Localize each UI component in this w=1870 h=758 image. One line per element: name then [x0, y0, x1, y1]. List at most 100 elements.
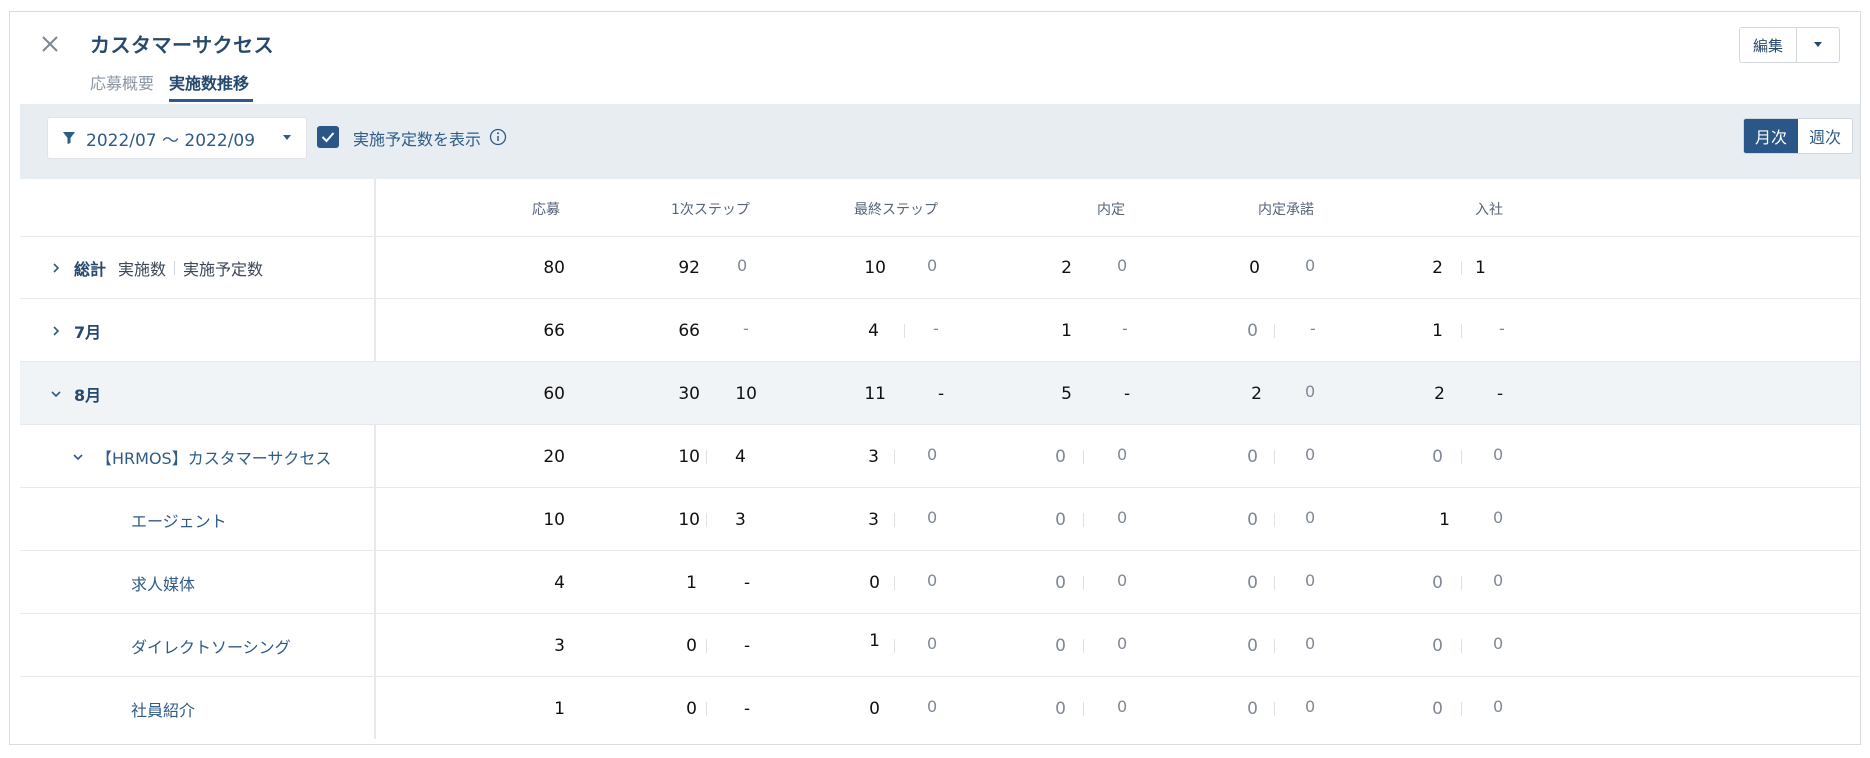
- cell-value: 0: [869, 699, 880, 719]
- cell-planned: 0: [927, 508, 938, 527]
- table-row[interactable]: 【HRMOS】カスタマーサクセス 20 10 4 3 0 0 0 0 0 0 0: [20, 425, 1860, 488]
- check-icon: [321, 132, 335, 143]
- row-label: 社員紹介: [131, 697, 195, 721]
- row-sub-label: 実施数: [118, 260, 167, 279]
- cell-value: 0: [1055, 447, 1066, 467]
- tab-trend[interactable]: 実施数推移: [169, 70, 249, 94]
- chevron-down-icon[interactable]: [72, 451, 84, 463]
- row-title: 7月: [74, 323, 102, 342]
- row-label: ダイレクトソーシング: [131, 634, 291, 658]
- cell-planned: 10: [735, 384, 757, 404]
- show-planned-label[interactable]: 実施予定数を表示: [353, 126, 481, 150]
- cell-planned: 0: [1493, 445, 1504, 464]
- separator: [1274, 513, 1275, 527]
- cell-value: 1: [1439, 510, 1450, 530]
- table-row[interactable]: 8月 60 30 10 11 - 5 - 2 0 2 -: [20, 362, 1860, 425]
- panel-header: カスタマーサクセス 応募概要 実施数推移 編集: [10, 12, 1860, 104]
- separator: [894, 450, 895, 464]
- separator: [894, 639, 895, 653]
- cell-value: 4: [868, 321, 879, 341]
- cell-value: 1: [554, 699, 565, 719]
- cell-value: 80: [543, 258, 565, 278]
- edit-dropdown-button[interactable]: [1797, 28, 1839, 62]
- cell-planned: 0: [1305, 634, 1316, 653]
- row-title: 総計: [74, 260, 107, 279]
- table-row[interactable]: エージェント 10 10 3 3 0 0 0 0 0 1 0: [20, 488, 1860, 551]
- cell-value: 0: [1247, 573, 1258, 593]
- cell-planned: 0: [1493, 697, 1504, 716]
- table-header: 応募 1次ステップ 最終ステップ 内定 内定承諾 入社: [20, 179, 1860, 237]
- panel: カスタマーサクセス 応募概要 実施数推移 編集 2022/07 〜 2022/0…: [9, 11, 1861, 745]
- cell-value: 0: [1055, 573, 1066, 593]
- period-dropdown[interactable]: 2022/07 〜 2022/09: [47, 117, 307, 159]
- toggle-weekly[interactable]: 週次: [1798, 119, 1852, 153]
- filter-toolbar: 2022/07 〜 2022/09 実施予定数を表示 月次 週次: [20, 104, 1860, 179]
- edit-button[interactable]: 編集: [1740, 28, 1797, 62]
- chevron-down-icon[interactable]: [50, 388, 62, 400]
- cell-planned: 0: [1117, 697, 1128, 716]
- cell-planned: -: [743, 319, 749, 338]
- cell-value: 66: [543, 321, 565, 341]
- cell-value: 66: [678, 321, 700, 341]
- cell-planned: 0: [927, 634, 938, 653]
- column-header: 最終ステップ: [854, 202, 938, 218]
- chevron-right-icon[interactable]: [50, 325, 62, 337]
- table-row[interactable]: ダイレクトソーシング 3 0 - 1 0 0 0 0 0 0 0: [20, 614, 1860, 677]
- row-title: ダイレクトソーシング: [131, 638, 291, 657]
- cell-value: 0: [869, 573, 880, 593]
- cell-planned: 0: [1117, 571, 1128, 590]
- table-row[interactable]: 総計 実施数 実施予定数 80 92 0 10 0 2 0 0 0 2 1: [20, 236, 1860, 299]
- separator: [706, 639, 707, 653]
- cell-planned: 4: [735, 447, 746, 467]
- filter-icon: [63, 132, 75, 144]
- cell-planned: 0: [1305, 697, 1316, 716]
- cell-planned: 0: [1305, 256, 1316, 275]
- cell-value: 1: [1061, 321, 1072, 341]
- separator: [894, 576, 895, 590]
- cell-planned: 0: [1117, 634, 1128, 653]
- column-header: 1次ステップ: [671, 202, 750, 218]
- period-granularity-toggle: 月次 週次: [1743, 118, 1853, 154]
- separator: [1461, 576, 1462, 590]
- cell-value: 2: [1434, 384, 1445, 404]
- cell-value: 0: [686, 636, 697, 656]
- column-header: 入社: [1475, 202, 1503, 218]
- cell-value: 0: [1249, 258, 1260, 278]
- info-icon[interactable]: [489, 128, 507, 146]
- separator: [1083, 450, 1084, 464]
- table-row[interactable]: 社員紹介 1 0 - 0 0 0 0 0 0 0 0: [20, 677, 1860, 739]
- cell-planned: -: [1310, 319, 1316, 338]
- separator: [1083, 639, 1084, 653]
- cell-value: 0: [1247, 699, 1258, 719]
- cell-value: 4: [554, 573, 565, 593]
- cell-planned: -: [1122, 319, 1128, 338]
- close-icon[interactable]: [34, 28, 66, 60]
- cell-planned: -: [744, 699, 751, 719]
- active-tab-indicator: [169, 99, 253, 102]
- cell-value: 30: [678, 384, 700, 404]
- cell-planned: 0: [1117, 508, 1128, 527]
- cell-planned: 0: [1493, 634, 1504, 653]
- separator: [1274, 576, 1275, 590]
- edit-button-group: 編集: [1739, 27, 1840, 63]
- chevron-right-icon[interactable]: [50, 262, 62, 274]
- page-title: カスタマーサクセス: [90, 33, 275, 57]
- cell-value: 0: [1055, 510, 1066, 530]
- table-row[interactable]: 求人媒体 4 1 - 0 0 0 0 0 0 0 0: [20, 551, 1860, 614]
- show-planned-checkbox[interactable]: [317, 126, 339, 148]
- cell-planned: 0: [927, 445, 938, 464]
- tab-overview[interactable]: 応募概要: [90, 70, 154, 94]
- cell-planned: 0: [1305, 508, 1316, 527]
- cell-value: 0: [1055, 636, 1066, 656]
- separator: [1461, 324, 1462, 338]
- cell-value: 1: [1432, 321, 1443, 341]
- cell-planned: 0: [1117, 256, 1128, 275]
- cell-value: 10: [864, 258, 886, 278]
- separator: [706, 450, 707, 464]
- cell-value: 11: [864, 384, 886, 404]
- cell-value: 0: [1247, 636, 1258, 656]
- cell-value: 2: [1061, 258, 1072, 278]
- cell-value: 10: [543, 510, 565, 530]
- toggle-monthly[interactable]: 月次: [1744, 119, 1798, 153]
- table-row[interactable]: 7月 66 66 - 4 - 1 - 0 - 1 -: [20, 299, 1860, 362]
